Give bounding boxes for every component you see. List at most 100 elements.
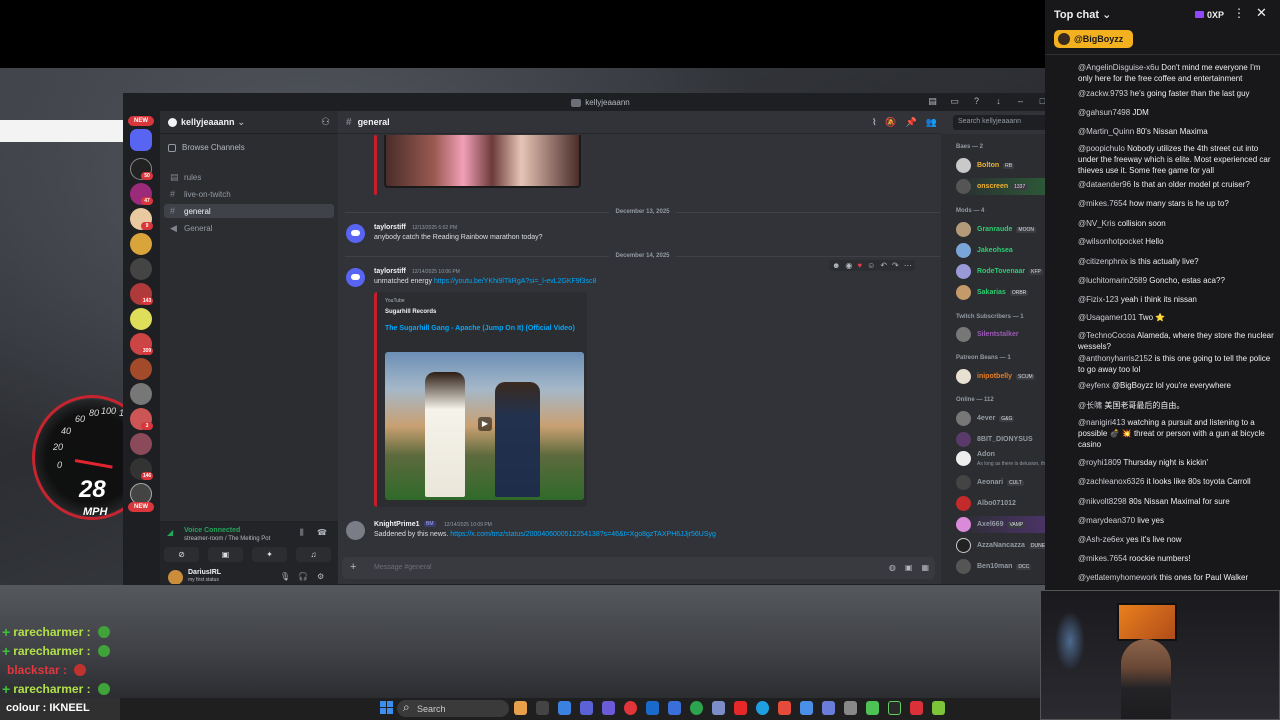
minimize-icon[interactable]: – bbox=[1014, 96, 1027, 107]
chat-username[interactable]: @nanigiri413 bbox=[1078, 418, 1125, 427]
add-attachment-icon[interactable]: + bbox=[350, 561, 356, 573]
activities-button[interactable]: ✦ bbox=[252, 547, 287, 562]
avatar[interactable] bbox=[346, 268, 365, 287]
message-link[interactable]: https://youtu.be/YKhi9lTkRgA?si=_l-evL2G… bbox=[434, 278, 596, 285]
embed-image[interactable] bbox=[384, 135, 581, 188]
server-icon[interactable] bbox=[130, 233, 152, 255]
channel-rules[interactable]: ▤ rules bbox=[164, 170, 334, 184]
pin-icon[interactable]: 📌 bbox=[906, 117, 917, 128]
threads-icon[interactable]: ⌇ bbox=[872, 117, 876, 128]
heart-icon[interactable]: ♥ bbox=[857, 261, 862, 270]
disconnect-icon[interactable]: ☎ bbox=[317, 528, 327, 537]
invite-icon[interactable]: ⚇ bbox=[321, 117, 330, 128]
help-icon[interactable]: ? bbox=[970, 96, 983, 107]
chat-username[interactable]: @zackw.9793 bbox=[1078, 89, 1128, 98]
more-icon[interactable]: ⋯ bbox=[904, 261, 912, 270]
spotify-icon[interactable] bbox=[690, 701, 703, 715]
threads-icon[interactable]: ▤ bbox=[926, 96, 939, 107]
chat-username[interactable]: @AngelinDisguise-x6u bbox=[1078, 63, 1159, 72]
avatar[interactable] bbox=[168, 570, 183, 584]
app-icon[interactable] bbox=[866, 701, 879, 715]
app-icon[interactable] bbox=[602, 701, 615, 715]
microphone-icon[interactable]: 🎙 bbox=[280, 572, 290, 581]
sticker-icon[interactable]: ▣ bbox=[905, 563, 913, 572]
server-icon[interactable] bbox=[130, 258, 152, 280]
bell-icon[interactable]: 🔕 bbox=[885, 117, 896, 128]
members-icon[interactable]: 👥 bbox=[926, 117, 937, 128]
emoji-icon[interactable]: ▦ bbox=[921, 563, 929, 572]
task-view-icon[interactable] bbox=[536, 701, 549, 715]
chat-username[interactable]: @mikes.7654 bbox=[1078, 554, 1127, 563]
chat-username[interactable]: @Usagamer101 bbox=[1078, 313, 1136, 322]
channel-general[interactable]: # general bbox=[164, 204, 334, 218]
chat-username[interactable]: @marydean370 bbox=[1078, 516, 1135, 525]
chat-username[interactable]: @anthonyharris2152 bbox=[1078, 354, 1152, 363]
chat-username[interactable]: @长啸 bbox=[1078, 401, 1102, 410]
chat-username[interactable]: @poopichulo bbox=[1078, 144, 1125, 153]
app-icon[interactable] bbox=[712, 701, 725, 715]
app-icon[interactable] bbox=[514, 701, 527, 715]
headphones-icon[interactable]: 🎧 bbox=[298, 572, 308, 581]
noise-suppression-icon[interactable]: ⫼ bbox=[300, 528, 304, 538]
chat-username[interactable]: @eyfenx bbox=[1078, 381, 1110, 390]
settings-icon[interactable] bbox=[844, 701, 857, 715]
message-link[interactable]: https://x.com/tmz/status/200040600051225… bbox=[450, 531, 716, 538]
reaction-icon[interactable]: ◉ bbox=[845, 261, 852, 270]
chat-username[interactable]: @royhi1809 bbox=[1078, 458, 1121, 467]
message-composer[interactable]: + Message #general ◍ ▣ ▦ bbox=[342, 557, 935, 579]
embed-title[interactable]: The Sugarhill Gang - Apache (Jump On It)… bbox=[385, 323, 575, 334]
chat-username[interactable]: @mikes.7654 bbox=[1078, 199, 1127, 208]
add-reaction-icon[interactable]: ☺ bbox=[867, 261, 875, 270]
chat-username[interactable]: @NV_Kris bbox=[1078, 219, 1115, 228]
app-icon[interactable] bbox=[888, 701, 901, 715]
chat-username[interactable]: @luchitomarin2689 bbox=[1078, 276, 1147, 285]
chat-header[interactable]: Top chat ⌄ bbox=[1054, 8, 1111, 21]
server-header[interactable]: kellyjeaaann ⌄ ⚇ bbox=[160, 111, 338, 134]
video-thumbnail[interactable]: ▶ bbox=[385, 352, 584, 500]
app-icon[interactable] bbox=[778, 701, 791, 715]
chat-username[interactable]: @zachleanox6326 bbox=[1078, 477, 1144, 486]
edge-icon[interactable] bbox=[756, 701, 769, 715]
embed-author[interactable]: Sugarhill Records bbox=[385, 309, 436, 315]
reaction-icon[interactable]: ☻ bbox=[832, 261, 840, 270]
pinned-user[interactable]: @BigBoyzz bbox=[1054, 30, 1133, 48]
discord-icon[interactable] bbox=[822, 701, 835, 715]
taskbar-search[interactable]: Search bbox=[397, 700, 509, 717]
forward-icon[interactable]: ↷ bbox=[892, 261, 899, 270]
inbox-icon[interactable]: ▭ bbox=[948, 96, 961, 107]
browse-channels[interactable]: Browse Channels bbox=[168, 143, 245, 152]
steam-icon[interactable] bbox=[646, 701, 659, 715]
xp-badge[interactable]: 0XP bbox=[1195, 10, 1224, 20]
app-icon[interactable] bbox=[668, 701, 681, 715]
chat-username[interactable]: @dataender96 bbox=[1078, 180, 1131, 189]
chat-username[interactable]: @Martin_Quinn bbox=[1078, 127, 1134, 136]
message-author[interactable]: KnightPrime1 bbox=[374, 521, 420, 528]
nvidia-icon[interactable] bbox=[932, 701, 945, 715]
close-icon[interactable]: ✕ bbox=[1256, 5, 1267, 21]
server-icon[interactable] bbox=[130, 308, 152, 330]
screen-share-button[interactable]: ▣ bbox=[208, 547, 243, 562]
gear-icon[interactable]: ⚙ bbox=[317, 572, 324, 581]
avatar[interactable] bbox=[346, 224, 365, 243]
voice-status[interactable]: Voice Connected bbox=[184, 527, 240, 534]
youtube-icon[interactable] bbox=[734, 701, 747, 715]
chat-username[interactable]: @yetlatemyhomework bbox=[1078, 573, 1157, 582]
channel-live-on-twitch[interactable]: # live-on-twitch bbox=[164, 187, 334, 201]
chat-username[interactable]: @gahsun7498 bbox=[1078, 108, 1130, 117]
camera-button[interactable]: ⊘ bbox=[164, 547, 199, 562]
opera-icon[interactable] bbox=[624, 701, 637, 715]
play-icon[interactable]: ▶ bbox=[478, 417, 492, 431]
chat-username[interactable]: @Ash-ze6ex bbox=[1078, 535, 1124, 544]
server-icon[interactable] bbox=[130, 433, 152, 455]
avatar[interactable] bbox=[346, 521, 365, 540]
message-author[interactable]: taylorstiff bbox=[374, 224, 406, 231]
direct-messages-icon[interactable] bbox=[130, 129, 152, 151]
app-icon[interactable] bbox=[800, 701, 813, 715]
server-icon[interactable] bbox=[130, 358, 152, 380]
chat-username[interactable]: @TechnoCocoa bbox=[1078, 331, 1135, 340]
reply-icon[interactable]: ↶ bbox=[880, 261, 887, 270]
app-icon[interactable] bbox=[910, 701, 923, 715]
voice-channel-general[interactable]: ◀ General bbox=[164, 221, 334, 235]
chat-username[interactable]: @wilsonhotpocket bbox=[1078, 237, 1143, 246]
chat-username[interactable]: @nikvolt8298 bbox=[1078, 497, 1127, 506]
